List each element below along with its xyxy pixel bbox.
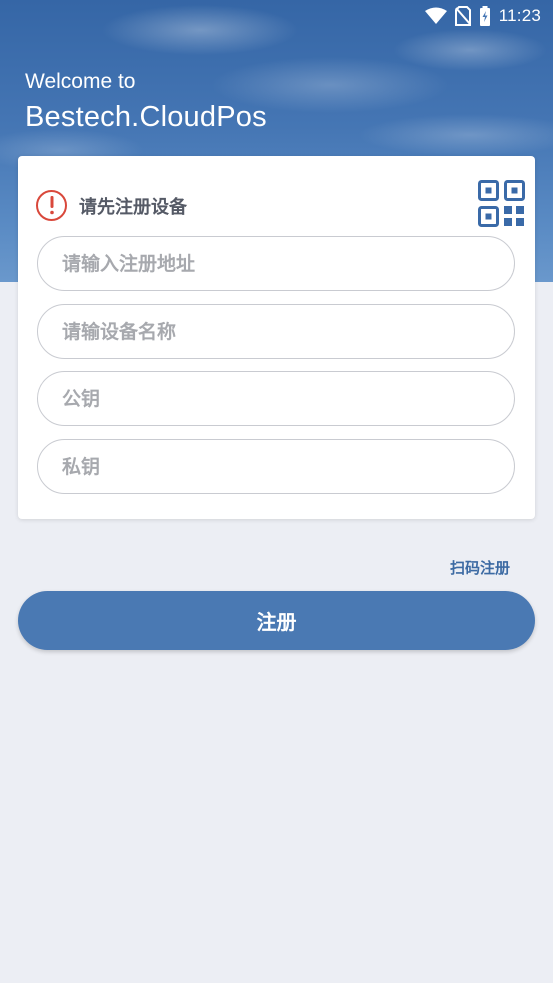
register-button[interactable]: 注册 — [18, 591, 535, 650]
scan-register-link[interactable]: 扫码注册 — [450, 557, 510, 578]
private-key-input[interactable] — [37, 439, 515, 494]
brand-title: Bestech.CloudPos — [25, 101, 267, 133]
warning-icon — [36, 190, 67, 221]
public-key-input[interactable] — [37, 371, 515, 426]
battery-charging-icon — [479, 6, 491, 26]
notice-text: 请先注册设备 — [79, 196, 187, 218]
register-screen: 11:23 Welcome to Bestech.CloudPos 请先注册设备 — [0, 0, 553, 983]
wifi-icon — [424, 7, 447, 25]
status-time: 11:23 — [498, 6, 541, 25]
register-address-input[interactable] — [37, 236, 515, 291]
qr-code-icon[interactable] — [478, 180, 525, 227]
device-name-input[interactable] — [37, 304, 515, 359]
register-notice: 请先注册设备 — [36, 190, 187, 221]
status-bar: 11:23 — [0, 0, 553, 32]
registration-card: 请先注册设备 — [18, 156, 535, 519]
no-sim-icon — [454, 6, 471, 26]
welcome-text: Welcome to — [25, 70, 136, 93]
